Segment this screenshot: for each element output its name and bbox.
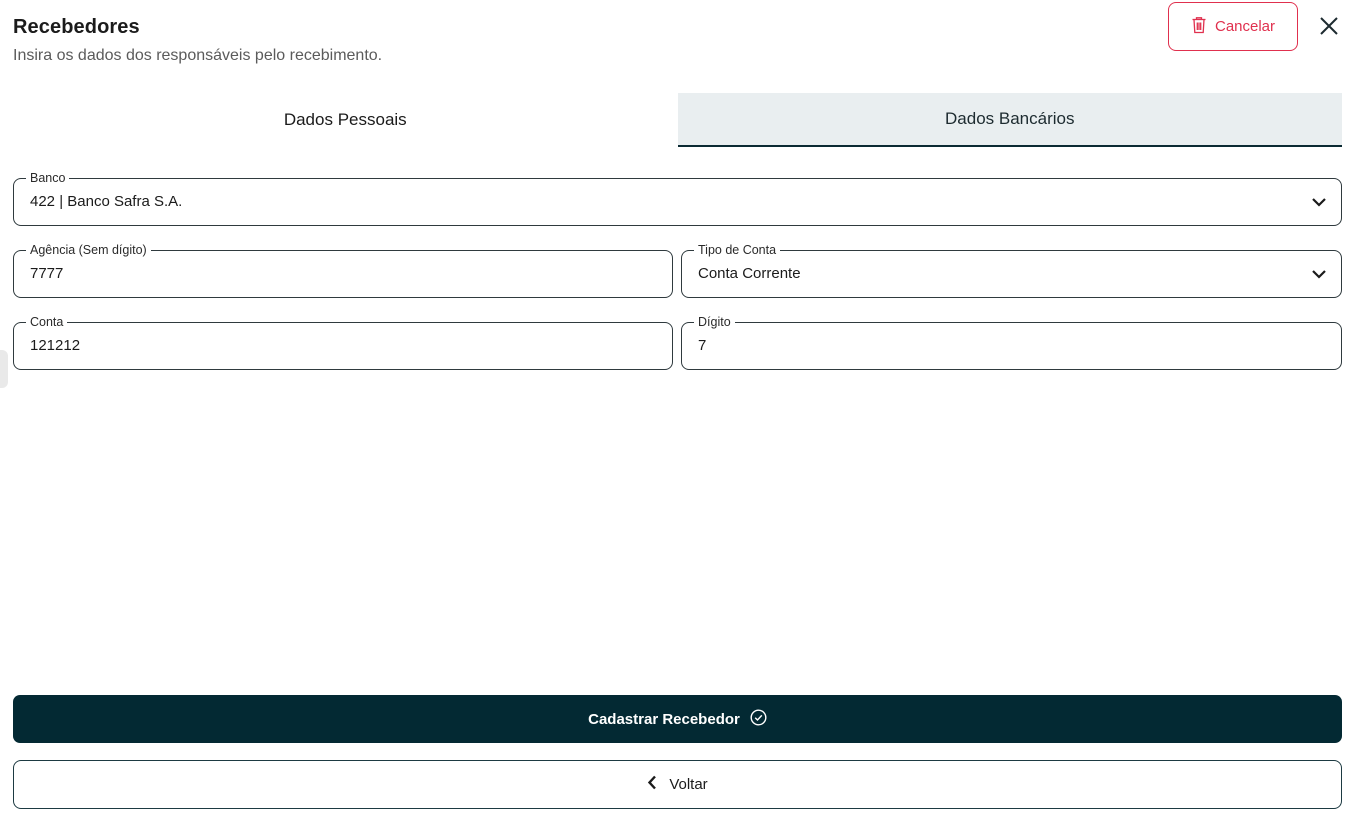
trash-icon bbox=[1191, 16, 1207, 38]
conta-label: Conta bbox=[26, 314, 68, 330]
chevron-down-icon[interactable] bbox=[1311, 268, 1327, 280]
check-circle-icon bbox=[750, 708, 767, 730]
agencia-value: 7777 bbox=[30, 265, 64, 282]
digito-field[interactable]: Dígito 7 bbox=[681, 314, 1342, 370]
tab-dados-bancarios[interactable]: Dados Bancários bbox=[677, 93, 1342, 147]
close-icon[interactable] bbox=[1316, 13, 1342, 39]
conta-field[interactable]: Conta 121212 bbox=[13, 314, 673, 370]
digito-label: Dígito bbox=[694, 314, 735, 330]
tipo-conta-value: Conta Corrente bbox=[698, 265, 801, 282]
agencia-label: Agência (Sem dígito) bbox=[26, 242, 151, 258]
cadastrar-recebedor-button[interactable]: Cadastrar Recebedor bbox=[13, 695, 1342, 743]
page-header: Recebedores Insira os dados dos responsá… bbox=[13, 16, 382, 65]
conta-value: 121212 bbox=[30, 337, 81, 354]
cancel-label: Cancelar bbox=[1214, 18, 1276, 35]
banco-label: Banco bbox=[26, 170, 70, 186]
tab-bar: Dados Pessoais Dados Bancários bbox=[13, 93, 1342, 147]
side-drawer-handle[interactable] bbox=[0, 350, 8, 388]
agencia-field[interactable]: Agência (Sem dígito) 7777 bbox=[13, 242, 673, 298]
page-title: Recebedores bbox=[13, 16, 140, 38]
page-subtitle: Insira os dados dos responsáveis pelo re… bbox=[13, 47, 383, 64]
chevron-down-icon[interactable] bbox=[1311, 196, 1327, 208]
banco-select[interactable]: Banco 422 | Banco Safra S.A. bbox=[13, 170, 1342, 226]
chevron-left-icon bbox=[647, 775, 657, 794]
cadastrar-label: Cadastrar Recebedor bbox=[588, 710, 740, 728]
tipo-conta-select[interactable]: Tipo de Conta Conta Corrente bbox=[681, 242, 1342, 298]
digito-value: 7 bbox=[698, 337, 707, 354]
cancel-button[interactable]: Cancelar bbox=[1168, 2, 1298, 51]
tipo-conta-label: Tipo de Conta bbox=[694, 242, 781, 258]
voltar-label: Voltar bbox=[669, 776, 708, 793]
banco-value: 422 | Banco Safra S.A. bbox=[30, 193, 183, 210]
tab-dados-pessoais[interactable]: Dados Pessoais bbox=[13, 93, 678, 147]
voltar-button[interactable]: Voltar bbox=[13, 760, 1342, 809]
